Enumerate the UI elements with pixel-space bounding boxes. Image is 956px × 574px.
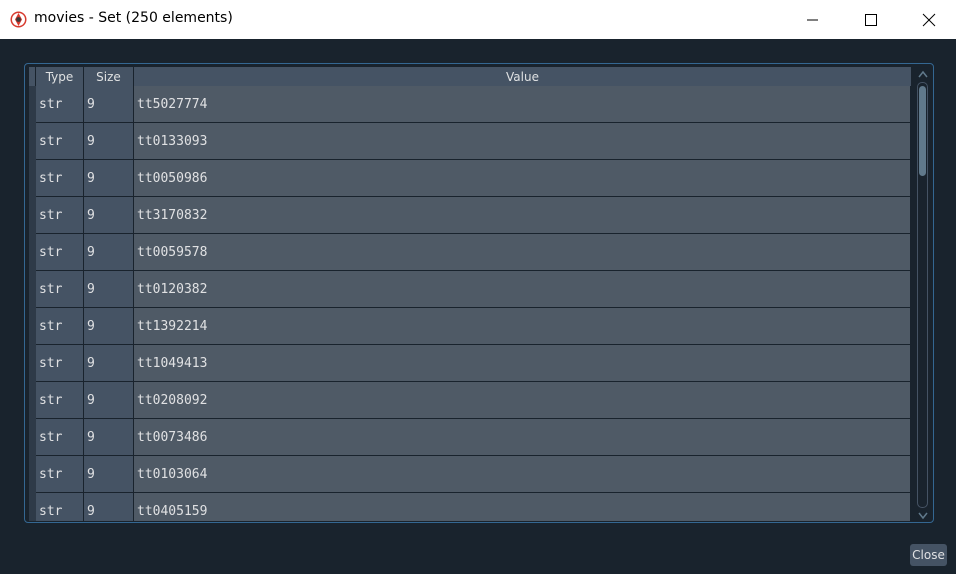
size-cell[interactable]: 9	[84, 382, 134, 419]
type-cell[interactable]: str	[36, 271, 84, 308]
vertical-scrollbar[interactable]	[916, 70, 930, 520]
type-cell[interactable]: str	[36, 123, 84, 160]
table-row[interactable]: str 9 tt0073486	[36, 419, 911, 456]
size-cell[interactable]: 9	[84, 345, 134, 382]
minimize-button[interactable]	[790, 0, 836, 39]
value-cell[interactable]: tt0050986	[134, 160, 911, 197]
table-row[interactable]: str 9 tt0133093	[36, 123, 911, 160]
type-cell[interactable]: str	[36, 493, 84, 521]
type-cell[interactable]: str	[36, 382, 84, 419]
size-cell[interactable]: 9	[84, 271, 134, 308]
vertical-header	[29, 86, 36, 521]
value-cell[interactable]: tt1049413	[134, 345, 911, 382]
scroll-up-icon[interactable]	[918, 70, 928, 78]
table-row[interactable]: str 9 tt1392214	[36, 308, 911, 345]
size-cell[interactable]: 9	[84, 456, 134, 493]
table-row[interactable]: str 9 tt1049413	[36, 345, 911, 382]
size-cell[interactable]: 9	[84, 419, 134, 456]
value-cell[interactable]: tt0103064	[134, 456, 911, 493]
table-header: Type Size Value	[29, 67, 911, 86]
value-cell[interactable]: tt1392214	[134, 308, 911, 345]
type-cell[interactable]: str	[36, 419, 84, 456]
maximize-icon	[865, 13, 877, 26]
close-icon	[922, 13, 936, 26]
collection-table[interactable]: Type Size Value str 9 tt5027774 str 9 tt01330…	[29, 67, 911, 521]
value-cell[interactable]: tt0405159	[134, 493, 911, 521]
scroll-down-icon[interactable]	[918, 512, 928, 520]
type-cell[interactable]: str	[36, 86, 84, 123]
type-cell[interactable]: str	[36, 308, 84, 345]
column-header-value[interactable]: Value	[134, 67, 911, 86]
close-window-button[interactable]	[906, 0, 952, 39]
value-cell[interactable]: tt5027774	[134, 86, 911, 123]
maximize-button[interactable]	[848, 0, 894, 39]
column-header-size[interactable]: Size	[84, 67, 134, 86]
table-row[interactable]: str 9 tt0059578	[36, 234, 911, 271]
size-cell[interactable]: 9	[84, 86, 134, 123]
close-button[interactable]: Close	[910, 544, 947, 566]
title-bar[interactable]: movies - Set (250 elements)	[0, 0, 956, 39]
table-row[interactable]: str 9 tt5027774	[36, 86, 911, 123]
table-row[interactable]: str 9 tt0405159	[36, 493, 911, 521]
size-cell[interactable]: 9	[84, 234, 134, 271]
header-corner	[29, 67, 36, 86]
type-cell[interactable]: str	[36, 234, 84, 271]
window-title: movies - Set (250 elements)	[34, 10, 233, 26]
spyder-icon	[10, 11, 27, 28]
size-cell[interactable]: 9	[84, 308, 134, 345]
type-cell[interactable]: str	[36, 160, 84, 197]
type-cell[interactable]: str	[36, 345, 84, 382]
value-cell[interactable]: tt0073486	[134, 419, 911, 456]
column-header-type[interactable]: Type	[36, 67, 84, 86]
table-row[interactable]: str 9 tt3170832	[36, 197, 911, 234]
type-cell[interactable]: str	[36, 197, 84, 234]
value-cell[interactable]: tt0120382	[134, 271, 911, 308]
table-row[interactable]: str 9 tt0103064	[36, 456, 911, 493]
scrollbar-handle[interactable]	[919, 86, 926, 176]
size-cell[interactable]: 9	[84, 197, 134, 234]
value-cell[interactable]: tt0133093	[134, 123, 911, 160]
value-cell[interactable]: tt0208092	[134, 382, 911, 419]
collection-table-frame: Type Size Value str 9 tt5027774 str 9 tt01330…	[24, 63, 934, 523]
size-cell[interactable]: 9	[84, 123, 134, 160]
minimize-icon	[807, 19, 818, 20]
table-row[interactable]: str 9 tt0208092	[36, 382, 911, 419]
table-row[interactable]: str 9 tt0050986	[36, 160, 911, 197]
size-cell[interactable]: 9	[84, 160, 134, 197]
size-cell[interactable]: 9	[84, 493, 134, 521]
value-cell[interactable]: tt3170832	[134, 197, 911, 234]
value-cell[interactable]: tt0059578	[134, 234, 911, 271]
type-cell[interactable]: str	[36, 456, 84, 493]
scrollbar-track[interactable]	[917, 82, 928, 508]
table-row[interactable]: str 9 tt0120382	[36, 271, 911, 308]
